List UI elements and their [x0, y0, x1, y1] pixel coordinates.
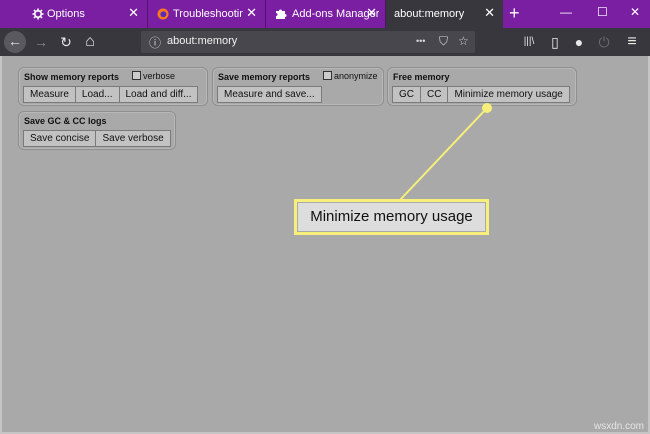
callout-minimize-memory-usage: Minimize memory usage: [297, 202, 486, 232]
watermark: wsxdn.com: [593, 421, 644, 432]
callout-dot: [482, 103, 492, 113]
callout-line: [399, 107, 488, 201]
callout-box: Minimize memory usage: [294, 199, 489, 235]
